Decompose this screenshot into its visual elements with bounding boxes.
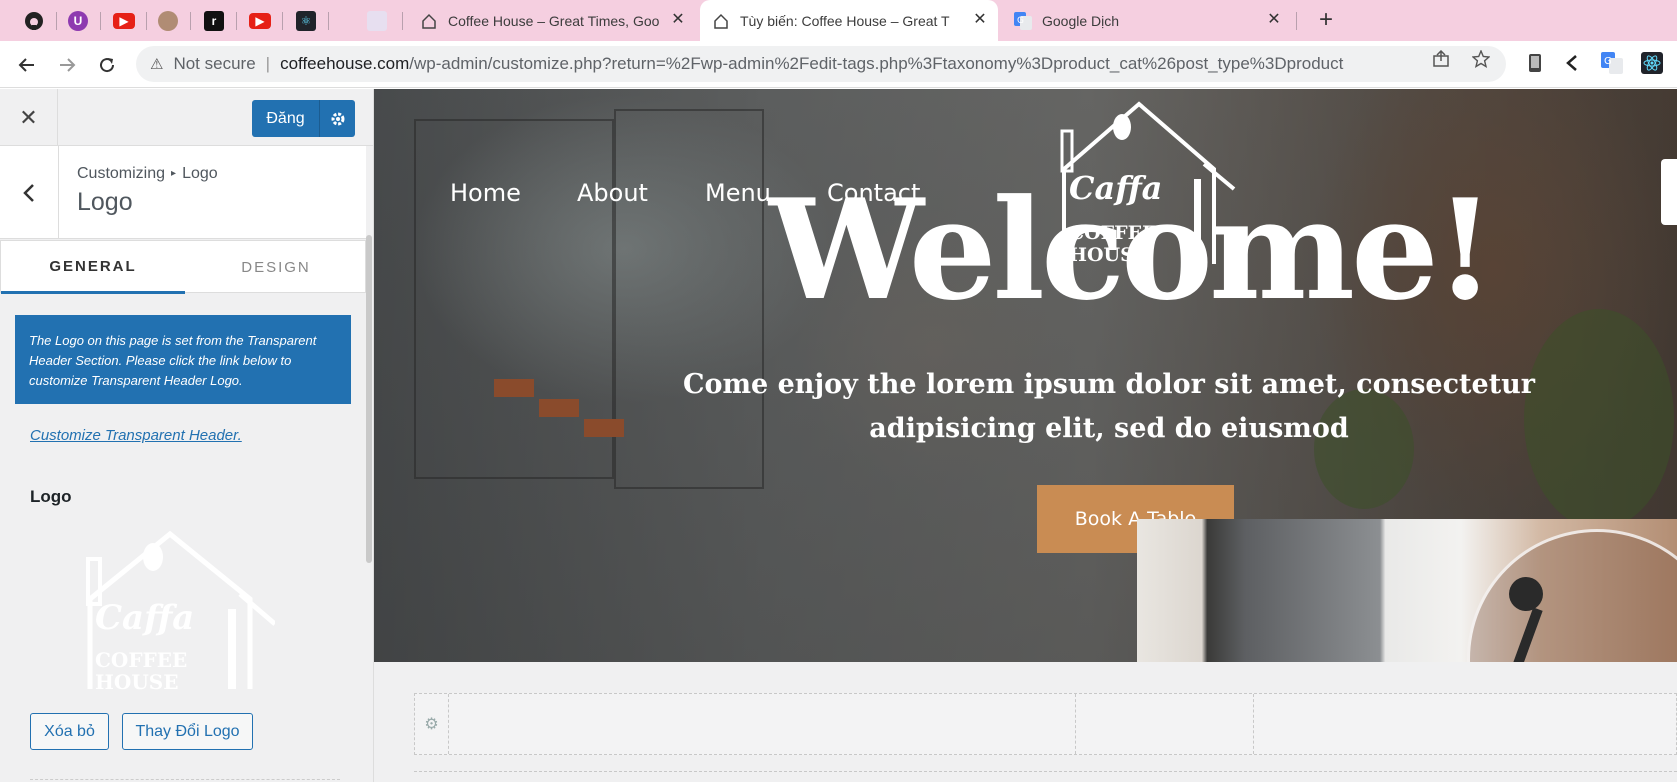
extension-react-icon[interactable] [1640,51,1664,75]
youtube-icon: ▶ [249,13,271,29]
tab-coffee-house[interactable]: Coffee House – Great Times, Goo ✕ [408,0,696,41]
pinned-tab-ublock[interactable]: U [62,6,94,36]
logo-text-coffee: COFFEE [95,648,187,672]
back-button[interactable] [13,51,41,79]
arrow-right-icon [60,58,76,72]
extension-chevron-icon[interactable] [1560,51,1584,75]
arrow-left-icon [18,58,34,72]
logo-control-label: Logo [30,487,72,506]
tab-close-icon[interactable]: ✕ [972,12,988,28]
close-icon: ✕ [19,104,38,130]
nav-menu[interactable]: Menu [705,179,771,207]
section-tabs: GENERAL DESIGN [0,240,367,294]
pinned-tab-react[interactable]: ⚛ [290,6,322,36]
extension-translate-icon[interactable]: G [1600,51,1624,75]
address-separator: | [265,54,271,73]
browser-toolbar: ⚠ Not secure | coffeehouse.com /wp-admin… [0,41,1677,88]
new-tab-button[interactable]: + [1313,8,1339,32]
share-icon[interactable] [1430,48,1452,70]
coffee-photo [1137,519,1677,662]
breadcrumb-arrow-icon: ▸ [171,168,177,179]
page-builder-row[interactable]: ⚙ [414,693,1677,755]
reload-icon [100,58,115,73]
url-path: /wp-admin/customize.php?return=%2Fwp-adm… [409,54,1344,73]
pinned-tab-youtube-2[interactable]: ▶ [244,6,276,36]
forward-button[interactable] [53,51,81,79]
react-icon: ⚛ [296,11,316,31]
avatar-icon [158,11,178,31]
hero-subtitle: Come enjoy the lorem ipsum dolor sit ame… [682,369,1536,444]
background-lamp [539,399,579,417]
coffee-favicon-icon [712,12,730,30]
google-translate-icon: G [1014,11,1032,30]
customize-transparent-header-link[interactable]: Customize Transparent Header. [30,427,242,444]
section-header: Customizing ▸ Logo Logo [0,146,366,239]
section-title: Logo [77,188,133,216]
nav-about[interactable]: About [577,179,648,207]
sidebar-scrollbar[interactable] [366,235,372,563]
change-logo-button[interactable]: Thay Đổi Logo [122,713,253,750]
customizer-header: ✕ Đăng [0,89,373,146]
pinned-tab-avatar[interactable] [152,6,184,36]
edge-handle[interactable] [1661,159,1677,225]
site-preview: Home About Menu Contact Caffa COFFEE HOU… [374,89,1677,782]
breadcrumb: Customizing ▸ Logo [77,165,218,183]
publish-button[interactable]: Đăng [252,100,320,137]
gear-icon [331,112,344,125]
hero-headline: Welcome! [769,168,1495,331]
browser-tabstrip: U ▶ r ▶ ⚛ Coffee House – Great Times, Go… [0,0,1677,41]
address-bar[interactable]: ⚠ Not secure | coffeehouse.com /wp-admin… [136,46,1506,82]
security-label[interactable]: Not secure [173,54,255,74]
tab-title: Google Dịch [1042,12,1120,29]
tab-close-icon[interactable]: ✕ [1266,12,1282,28]
github-icon [24,11,44,31]
background-lamp [494,379,534,397]
customizer-sidebar: ✕ Đăng Customizing ▸ Logo Logo GENERAL DES… [0,89,374,782]
tab-general[interactable]: GENERAL [1,241,185,294]
ublock-icon: U [68,11,88,31]
warning-icon[interactable]: ⚠ [150,55,163,73]
tab-customizer[interactable]: Tùy biến: Coffee House – Great T ✕ [700,0,998,41]
info-notice: The Logo on this page is set from the Tr… [15,315,351,404]
pinned-tab-youtube-1[interactable]: ▶ [108,6,140,36]
r-app-icon: r [204,11,224,31]
breadcrumb-current: Logo [182,165,218,182]
logo-preview[interactable]: Caffa COFFEE HOUSE [70,529,277,709]
close-customizer-button[interactable]: ✕ [0,89,58,146]
page-builder-row [414,771,1677,782]
pinned-tab-r[interactable]: r [198,6,230,36]
hero-section: Home About Menu Contact Caffa COFFEE HOU… [374,89,1677,662]
tab-title: Tùy biến: Coffee House – Great T [740,12,950,29]
chevron-left-icon [23,183,34,202]
tab-close-icon[interactable]: ✕ [670,12,686,28]
star-icon[interactable] [1470,48,1492,70]
tab-title: Coffee House – Great Times, Goo [448,12,660,29]
publish-settings-button[interactable] [320,100,355,137]
back-to-panel-button[interactable] [0,146,59,239]
row-settings-icon[interactable]: ⚙ [415,694,449,754]
divider [30,779,340,780]
tab-google-translate[interactable]: G Google Dịch ✕ [1002,0,1292,41]
tab-design[interactable]: DESIGN [185,241,367,294]
youtube-icon: ▶ [113,13,135,29]
svg-text:G: G [1017,16,1024,26]
logo-script: Caffa [95,598,194,638]
breadcrumb-root: Customizing [77,165,166,182]
remove-logo-button[interactable]: Xóa bỏ [30,713,109,750]
logo-text-house: HOUSE [95,670,178,694]
publish-button-group: Đăng [252,100,355,137]
pinned-tab-github[interactable] [18,6,50,36]
nav-home[interactable]: Home [450,179,521,207]
page-icon [367,11,387,31]
background-lamp [584,419,624,437]
reload-button[interactable] [93,51,121,79]
pinned-tab-blank[interactable] [361,6,393,36]
coffee-favicon-icon [420,12,438,30]
svg-text:G: G [1604,56,1612,67]
extension-phone-icon[interactable] [1523,51,1547,75]
url-host: coffeehouse.com [280,54,410,73]
